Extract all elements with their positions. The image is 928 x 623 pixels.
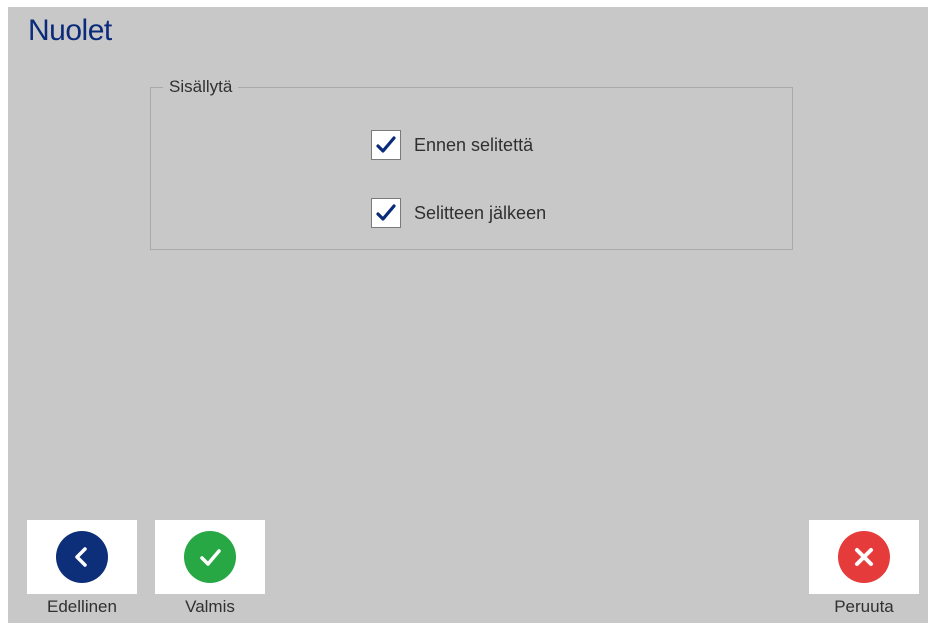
checkmark-icon (376, 204, 396, 221)
done-label: Valmis (185, 597, 235, 616)
dialog-screen: Nuolet Sisällytä Ennen selitettä Selitte… (8, 7, 928, 623)
chevron-left-icon (75, 547, 87, 567)
close-icon (855, 548, 873, 566)
after-legend-checkbox[interactable] (371, 198, 401, 228)
after-legend-label: Selitteen jälkeen (414, 202, 547, 223)
include-group-legend: Sisällytä (163, 76, 239, 98)
done-button[interactable] (155, 520, 265, 594)
previous-label: Edellinen (47, 597, 117, 616)
cancel-label: Peruuta (834, 597, 894, 616)
before-legend-checkbox[interactable] (371, 130, 401, 160)
checkmark-icon (200, 549, 221, 566)
previous-button[interactable] (27, 520, 137, 594)
cancel-button[interactable] (809, 520, 919, 594)
cancel-circle (838, 531, 890, 583)
done-circle (184, 531, 236, 583)
checkmark-icon (376, 136, 396, 153)
page-title: Nuolet (28, 14, 112, 47)
before-legend-label: Ennen selitettä (414, 134, 534, 155)
previous-circle (56, 531, 108, 583)
include-group: Sisällytä Ennen selitettä Selitteen jälk… (150, 76, 793, 250)
before-legend-option[interactable]: Ennen selitettä (371, 130, 533, 160)
after-legend-option[interactable]: Selitteen jälkeen (371, 198, 546, 228)
